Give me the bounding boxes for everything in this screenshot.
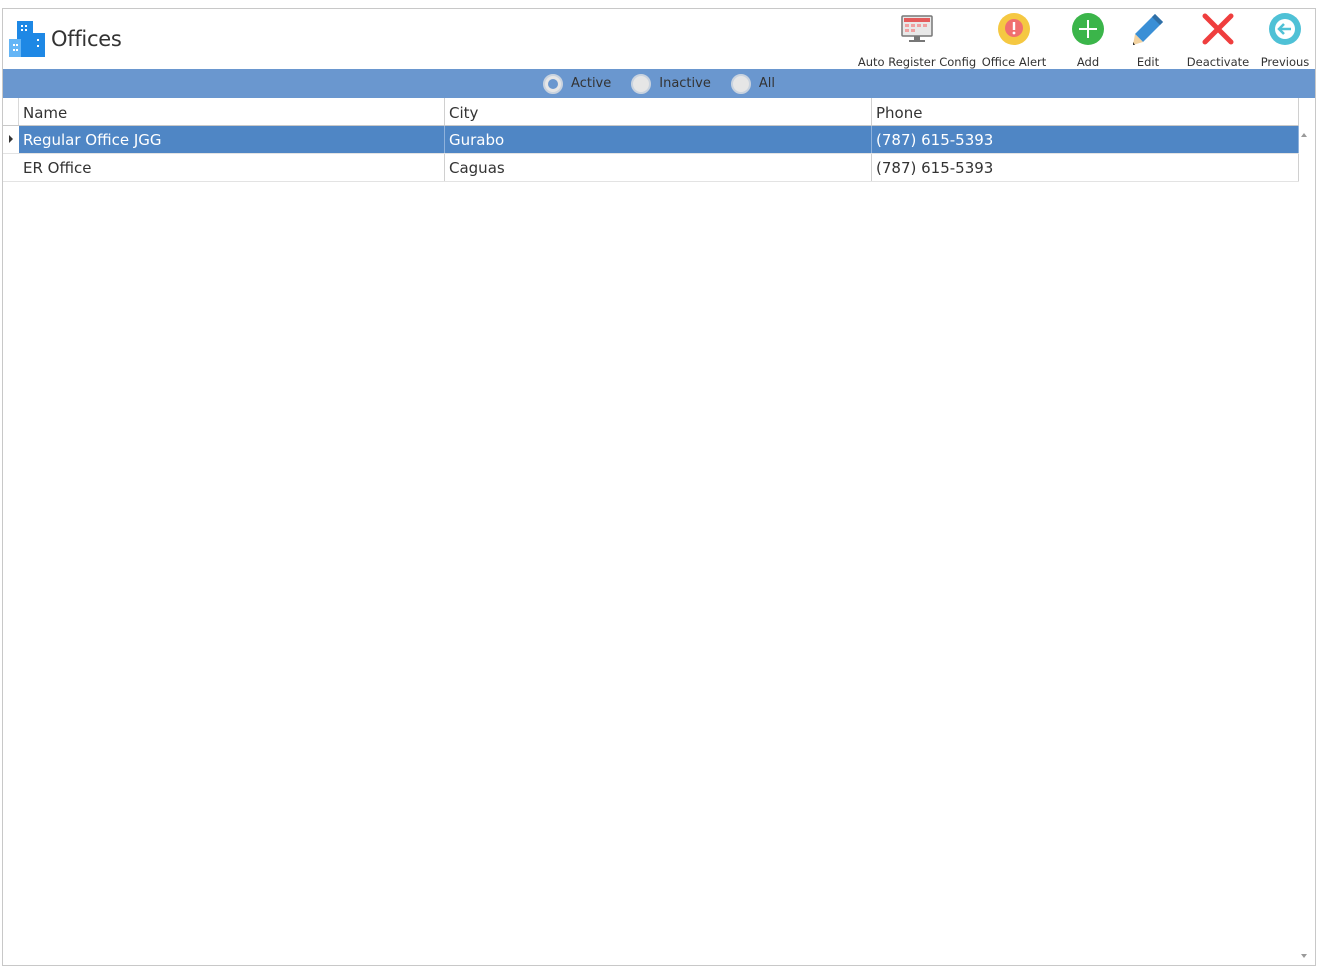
cell-name[interactable]: ER Office: [19, 154, 445, 181]
scroll-down-button[interactable]: [1297, 949, 1311, 963]
edit-button[interactable]: Edit: [1123, 11, 1173, 69]
alert-icon: [997, 11, 1031, 47]
radio-circle: [631, 73, 652, 94]
x-icon: [1201, 11, 1235, 47]
title-area: Offices: [7, 19, 122, 59]
column-header-name[interactable]: Name: [19, 98, 445, 125]
row-indicator-header: [3, 98, 19, 125]
offices-grid: Name City Phone Regular Office JGG Gurab…: [3, 98, 1299, 182]
auto-register-config-button[interactable]: Auto Register Config: [858, 11, 976, 69]
pencil-icon: [1131, 11, 1165, 47]
offices-window: Offices Auto Register Config Office Aler…: [2, 8, 1316, 966]
cell-city[interactable]: Caguas: [445, 154, 872, 181]
monitor-calendar-icon: [900, 11, 934, 47]
building-icon: [9, 21, 45, 57]
column-header-phone[interactable]: Phone: [872, 98, 1299, 125]
cell-city[interactable]: Gurabo: [445, 126, 872, 153]
filter-active-label: Active: [571, 76, 612, 91]
filter-active-radio[interactable]: Active: [543, 73, 612, 94]
status-filter-bar: Active Inactive All: [3, 69, 1315, 98]
add-label: Add: [1076, 55, 1100, 69]
filter-inactive-radio[interactable]: Inactive: [631, 73, 711, 94]
deactivate-label: Deactivate: [1186, 55, 1250, 69]
column-header-city[interactable]: City: [445, 98, 872, 125]
filter-all-radio[interactable]: All: [730, 73, 775, 94]
deactivate-button[interactable]: Deactivate: [1185, 11, 1251, 69]
page-title: Offices: [51, 27, 122, 51]
radio-selected-dot: [548, 78, 559, 89]
table-row[interactable]: ER Office Caguas (787) 615-5393: [3, 154, 1299, 182]
scroll-up-button[interactable]: [1297, 128, 1311, 142]
arrow-left-circle-icon: [1268, 11, 1302, 47]
grid-header: Name City Phone: [3, 98, 1299, 126]
previous-button[interactable]: Previous: [1255, 11, 1315, 69]
chevron-up-icon: [1301, 133, 1307, 137]
plus-circle-icon: [1071, 11, 1105, 47]
chevron-down-icon: [1301, 954, 1307, 958]
edit-label: Edit: [1136, 55, 1160, 69]
filter-inactive-label: Inactive: [659, 76, 711, 91]
add-button[interactable]: Add: [1061, 11, 1115, 69]
radio-circle: [543, 73, 564, 94]
cell-phone[interactable]: (787) 615-5393: [872, 154, 1299, 181]
office-alert-label: Office Alert: [981, 55, 1047, 69]
cell-phone[interactable]: (787) 615-5393: [872, 126, 1299, 153]
office-alert-button[interactable]: Office Alert: [979, 11, 1049, 69]
radio-circle: [730, 73, 751, 94]
cell-name[interactable]: Regular Office JGG: [19, 126, 445, 153]
toolbar: Auto Register Config Office Alert Add Ed…: [858, 11, 1315, 69]
filter-all-label: All: [758, 76, 775, 91]
header: Offices Auto Register Config Office Aler…: [3, 9, 1315, 69]
row-indicator: [3, 154, 19, 181]
current-row-indicator: [3, 126, 19, 153]
row-arrow-icon: [9, 135, 13, 143]
auto-register-config-label: Auto Register Config: [857, 55, 977, 69]
table-row[interactable]: Regular Office JGG Gurabo (787) 615-5393: [3, 126, 1299, 154]
previous-label: Previous: [1260, 55, 1310, 69]
